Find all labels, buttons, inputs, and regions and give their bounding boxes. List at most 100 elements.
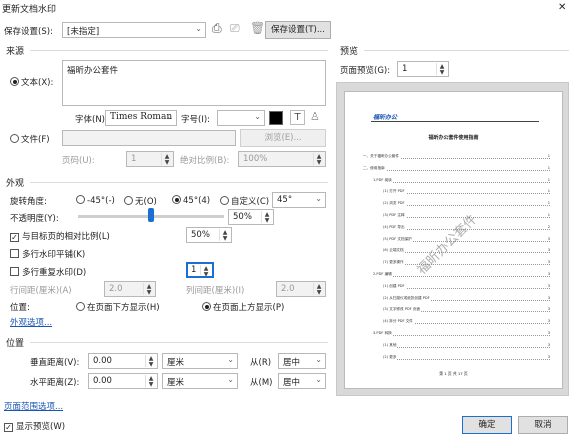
watermark-preview: 福昕办公套件 [414,212,481,278]
opacity-slider-thumb[interactable] [148,208,154,222]
toc-entry-page: 3 [546,342,550,347]
toc-entry-page: 3 [546,248,550,253]
absolute-scale-input[interactable]: 100% ▲ ▼ [238,151,326,167]
chevron-down-icon: ⌄ [315,355,322,364]
preview-section-title: 预览 [340,47,359,57]
text-style-icon[interactable]: T [290,110,305,125]
radio-icon [124,196,133,205]
font-size-select[interactable]: ⌄ [217,110,265,126]
font-select[interactable]: Times Roman ⌄ [105,110,177,126]
page-label: 页码(U): [62,156,95,166]
horizontal-from-select[interactable]: 居中 ⌄ [278,373,326,389]
text-radio[interactable]: 文本(X): [10,76,53,88]
cancel-button[interactable]: 取消 [518,416,568,434]
opacity-input[interactable]: 50% ▲ ▼ [228,209,274,225]
toc-entry-page: 3 [546,307,550,312]
text-radio-label: 文本(X): [21,78,54,88]
vertical-distance-input[interactable]: 0.00 ▲ ▼ [88,353,158,369]
show-preview-label: 显示预览(W) [16,422,66,432]
toc-entry-page: 3 [546,319,550,324]
spinner-icon[interactable]: ▲ ▼ [143,283,154,296]
vertical-unit-select[interactable]: 厘米 ⌄ [162,353,238,369]
rotation-label: 旋转角度: [10,197,47,207]
toc-entry-title: (2) 从扫描仪或纸张创建 PDF [383,295,431,301]
relative-scale-input[interactable]: 50% ▲ ▼ [186,227,232,243]
spinner-icon[interactable]: ▲ ▼ [145,375,156,388]
appearance-options-link[interactable]: 外观选项... [10,316,52,328]
color-swatch[interactable] [269,111,283,125]
horizontal-unit-select[interactable]: 厘米 ⌄ [162,373,238,389]
spinner-icon[interactable]: ▲ ▼ [145,355,156,368]
checkbox-icon [10,267,19,276]
file-radio[interactable]: 文件(F) [10,133,50,145]
spinner-icon[interactable]: ▲ ▼ [219,229,230,242]
chevron-down-icon: ⌄ [315,194,322,203]
toc-entry-page: 1 [546,154,550,158]
edit-setting-icon[interactable]: ⎚ [230,21,240,36]
spinner-icon[interactable]: ▲ ▼ [261,211,272,224]
vertical-from-select[interactable]: 居中 ⌄ [278,353,326,369]
spinner-icon[interactable]: ▲ ▼ [161,153,172,166]
person-icon[interactable]: ♙ [310,110,320,123]
add-setting-icon[interactable]: ⎙ [212,21,222,36]
multi-line-tile-checkbox[interactable]: 多行水印平铺(K) [10,248,85,260]
preview-page-input[interactable]: 1 ▲ ▼ [397,61,449,77]
vertical-distance-label: 垂直距离(V): [30,358,80,368]
toc-entry: 2.PDF 编辑 3 [373,272,550,278]
browse-button[interactable]: 浏览(E)... [240,129,326,147]
rotation-option-label: 45°(4) [183,196,211,206]
toc-entry: (1) 其他 3 [383,342,550,349]
toc-entry: (2) 更多 3 [383,354,550,361]
rotation-option-label: 无(O) [135,197,157,207]
chevron-down-icon: ⌄ [227,355,234,364]
rotation-custom-input[interactable]: 45° ⌄ [272,192,326,208]
rotation-neg45-radio[interactable]: -45°(-) [76,195,115,206]
toc-entry-page: 3 [546,236,550,241]
above-page-radio[interactable]: 在页面上方显示(P) [202,301,284,313]
row-gap-input[interactable]: 2.0 ▲ ▼ [104,281,156,297]
toc-entry-title: (4) 拆分 PDF 文件 [383,319,414,325]
multi-line-repeat-checkbox[interactable]: 多行重复水印(D) [10,266,86,278]
source-section-title: 来源 [6,47,25,57]
show-preview-checkbox[interactable]: ✓ 显示预览(W) [4,420,65,432]
multi-line-tile-label: 多行水印平铺(K) [22,250,86,260]
preview-page-label: 页面预览(G): [340,66,391,76]
watermark-text-input[interactable]: 福昕办公套件 [62,60,326,106]
horizontal-distance-input[interactable]: 0.00 ▲ ▼ [88,373,158,389]
relative-scale-checkbox[interactable]: ✓ 与目标页的相对比例(L) [10,230,110,242]
spinner-icon[interactable]: ▲ ▼ [313,283,324,296]
toc-entry-title: 2.PDF 编辑 [373,272,393,277]
toc-entry-title: (3) 文字修改 PDF 页面 [383,307,422,313]
page-number-input[interactable]: 1 ▲ ▼ [126,151,174,167]
toc-entry-title: (7) 更多操作 [383,260,405,266]
rotation-none-radio[interactable]: 无(O) [124,195,157,207]
toc-entry-title: (1) 其他 [383,342,398,348]
chevron-down-icon: ⌄ [315,375,322,384]
toc-entry: (2) 浏览 PDF 1 [383,201,550,207]
radio-icon [202,302,211,311]
preview-area: 福昕办公 福昕办公套件使用指南 一、关于福昕办公套件 1 二、使用指南 1 1.PDF … [336,82,569,396]
column-gap-input[interactable]: 2.0 ▲ ▼ [276,281,326,297]
toc-entry: (1) 创建 PDF 3 [383,283,550,290]
spinner-icon[interactable]: ▲ ▼ [436,63,447,76]
multi-line-count-input[interactable]: 1 ▲ ▼ [186,262,214,278]
saved-settings-select[interactable]: [未指定] ⌄ [62,22,206,38]
horizontal-distance-label: 水平距离(Z): [30,378,80,388]
checkbox-checked-icon: ✓ [10,233,19,242]
save-settings-button[interactable]: 保存设置(T)... [265,21,331,39]
delete-setting-icon[interactable]: 🗑 [250,21,265,35]
file-path-input[interactable] [62,130,236,146]
ok-button[interactable]: 确定 [462,416,512,434]
close-icon[interactable]: ✕ [558,2,566,13]
toc-entry-page: 1 [546,201,550,206]
toc-entry: (4) 拆分 PDF 文件 3 [383,319,550,325]
below-page-radio[interactable]: 在页面下方显示(H) [76,301,160,313]
page-range-options-link[interactable]: 页面范围选项... [4,400,63,412]
rotation-custom-radio[interactable]: 自定义(C) [220,195,269,207]
toc-entry-title: (4) PDF 导出 [383,224,406,230]
spinner-icon[interactable]: ▲ ▼ [200,265,211,276]
toc-entry-page: 3 [546,260,550,265]
toc-entry: (7) 更多操作 3 [383,260,550,266]
spinner-icon[interactable]: ▲ ▼ [313,153,324,166]
rotation-45-radio[interactable]: 45°(4) [172,195,210,206]
